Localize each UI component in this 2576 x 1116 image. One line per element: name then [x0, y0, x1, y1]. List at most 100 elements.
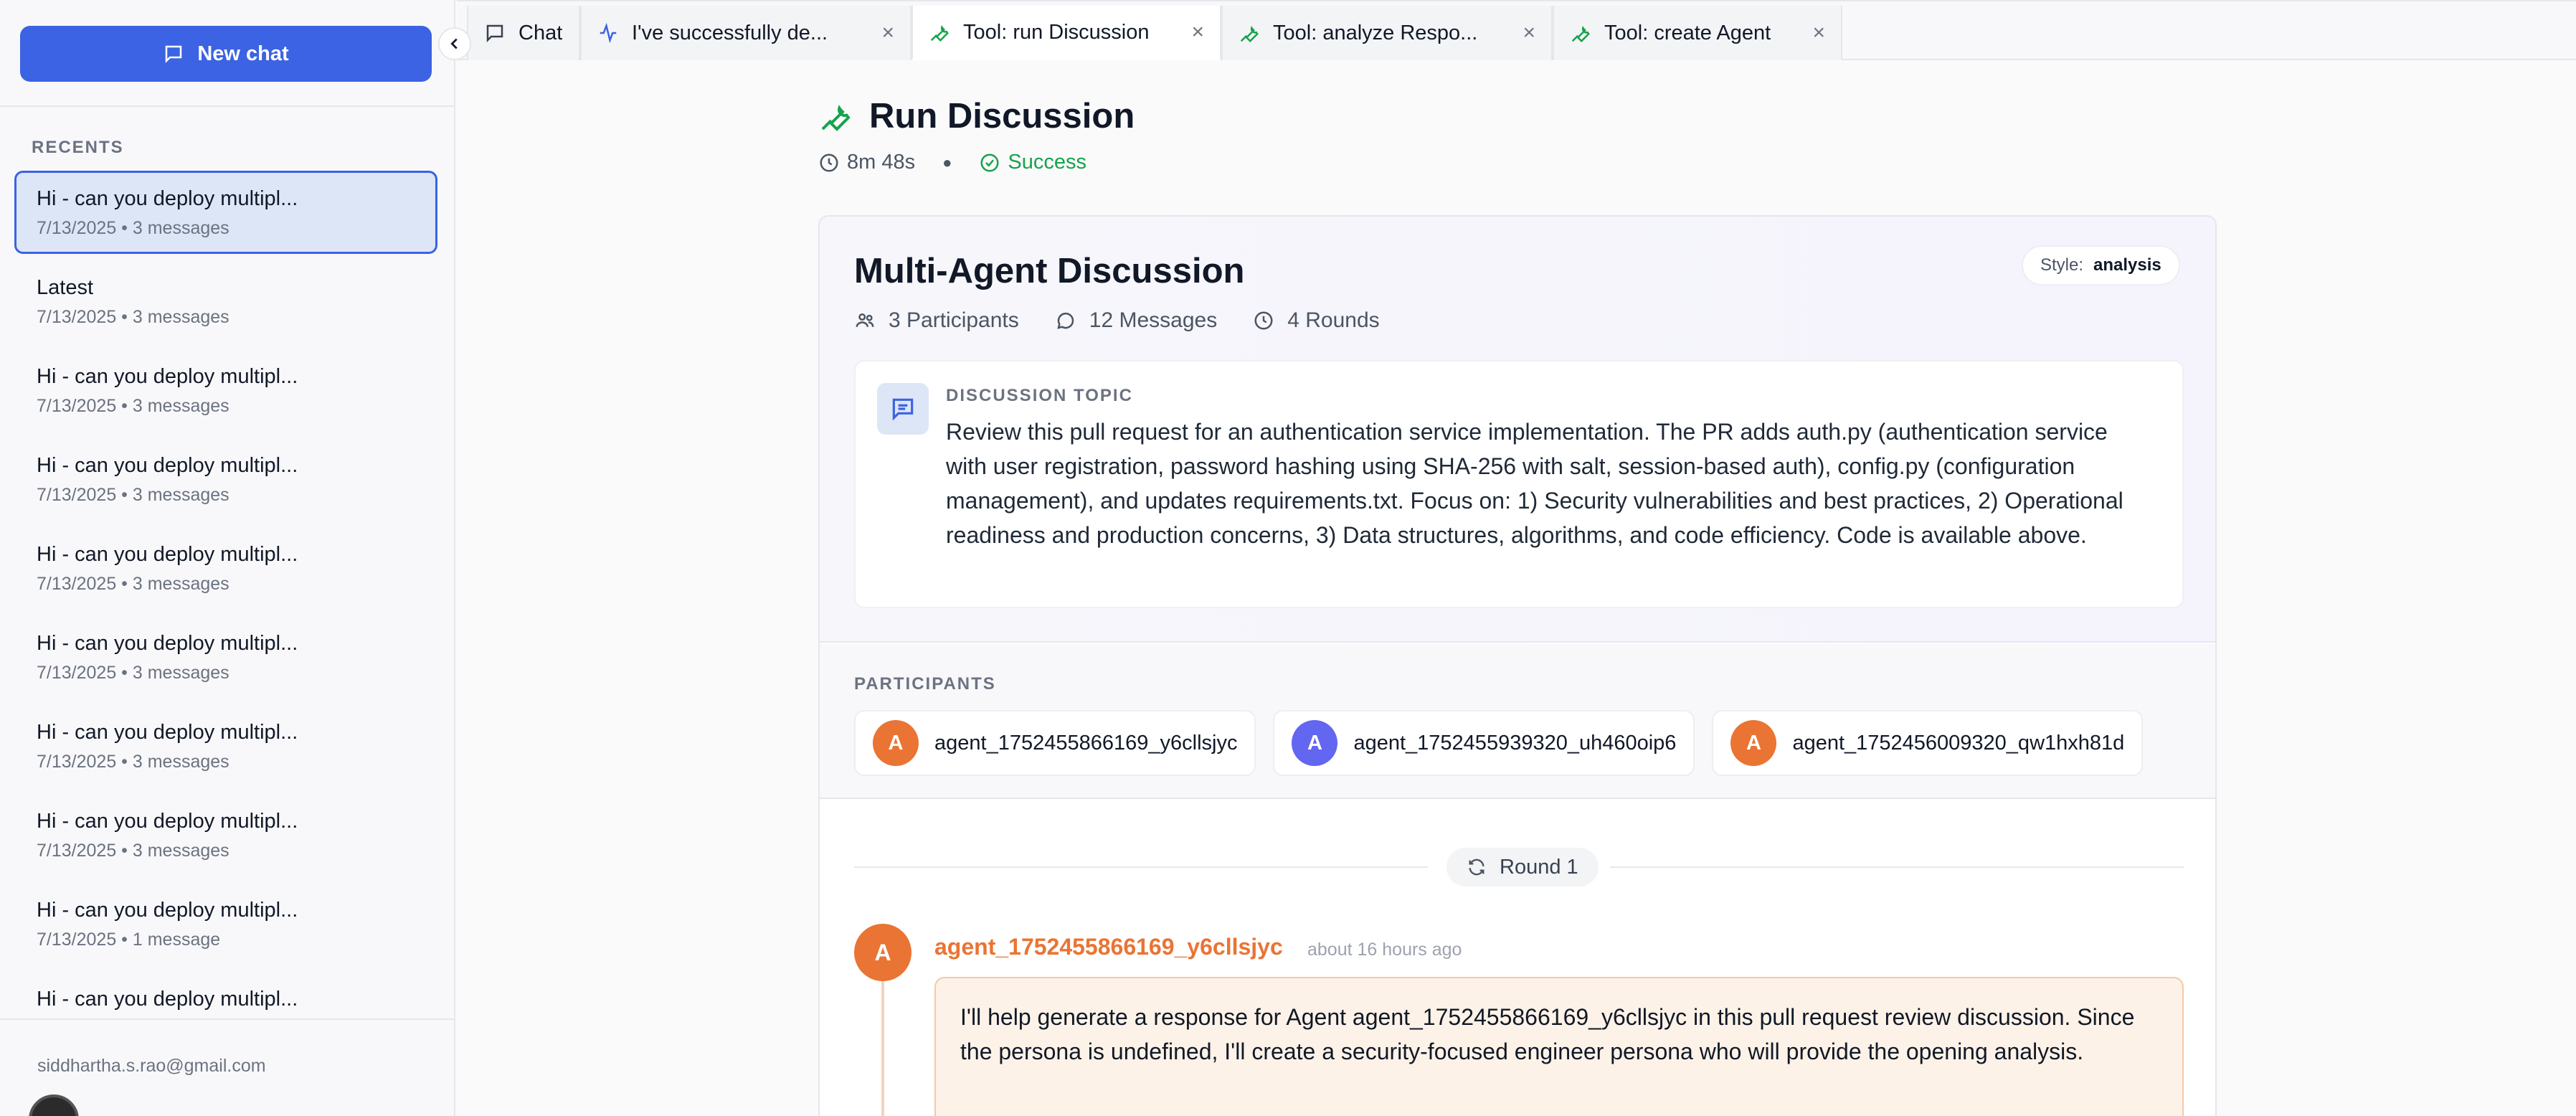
chat-bubble-icon: [166, 45, 182, 64]
close-icon[interactable]: ×: [1798, 21, 1825, 45]
close-icon[interactable]: ×: [1177, 20, 1204, 44]
chat-item-title: Hi - can you deploy multipl...: [37, 454, 298, 477]
chat-item-meta: 7/13/2025 • 3 messages: [37, 841, 229, 861]
rounds-count: 4 Rounds: [1287, 308, 1380, 332]
user-avatar[interactable]: [29, 1094, 79, 1116]
clock-icon: [820, 153, 838, 171]
chat-item-meta: 7/13/2025 • 3 messages: [37, 663, 229, 683]
status-text: Success: [1008, 151, 1087, 174]
discussion-stats: 3 Participants 12 Messages 4 Rounds: [854, 308, 1416, 333]
chat-item-meta: 7/13/2025 • 3 messages: [37, 485, 229, 505]
chevron-left-icon: [450, 38, 458, 49]
tab-label: Chat: [518, 21, 563, 44]
chat-list-item[interactable]: Hi - can you deploy multipl... 7/13/2025…: [14, 704, 437, 788]
new-chat-label: New chat: [197, 42, 289, 65]
chat-item-meta: 7/13/2025 • 3 messages: [37, 218, 229, 238]
chat-list-item[interactable]: Hi - can you deploy multipl... 7/13/2025…: [14, 349, 437, 432]
collapse-sidebar-button[interactable]: [438, 27, 471, 60]
close-icon[interactable]: ×: [867, 21, 894, 45]
tab-label: Tool: analyze Respo...: [1273, 21, 1478, 44]
chat-list-item[interactable]: Hi - can you deploy multipl... 7/13/2025…: [14, 882, 437, 965]
topic-heading: DISCUSSION TOPIC: [946, 386, 1133, 405]
chat-list: Hi - can you deploy multipl... 7/13/2025…: [14, 171, 437, 1018]
chat-list-item[interactable]: Hi - can you deploy multipl... 7/13/2025…: [14, 615, 437, 699]
tab-run-discussion[interactable]: Tool: run Discussion ×: [911, 6, 1221, 60]
sidebar: New chat RECENTS Hi - can you deploy mul…: [0, 0, 455, 1116]
participant-name: agent_1752456009320_qw1hxh81d: [1792, 731, 2125, 755]
chat-item-title: Hi - can you deploy multipl...: [37, 810, 298, 833]
messages-stat: 12 Messages: [1055, 308, 1217, 333]
chat-item-meta: 7/13/2025 • 1 message: [37, 930, 221, 950]
participants-list: A agent_1752455866169_y6cllsjyc A agent_…: [854, 710, 2144, 776]
message-bubble: I'll help generate a response for Agent …: [934, 977, 2184, 1116]
discussion-topic: DISCUSSION TOPIC Review this pull reques…: [854, 360, 2184, 608]
messages-count: 12 Messages: [1089, 308, 1218, 332]
message-avatar: A: [854, 924, 911, 981]
chat-item-title: Hi - can you deploy multipl...: [37, 187, 298, 210]
topic-text: Review this pull request for an authenti…: [946, 419, 2123, 548]
chat-list-item[interactable]: Hi - can you deploy multipl... 7/13/2025…: [14, 438, 437, 521]
sidebar-footer-divider: [0, 1018, 455, 1020]
run-meta: 8m 48s ● Success: [818, 151, 1086, 174]
participant-avatar: A: [1292, 720, 1338, 766]
chat-list-item[interactable]: Hi - can you deploy multipl...: [14, 971, 437, 1018]
chat-item-meta: 7/13/2025 • 3 messages: [37, 574, 229, 594]
round-line-right: [1610, 866, 2184, 868]
participant-name: agent_1752455939320_uh460oip6: [1353, 731, 1677, 755]
message-circle-icon: [1057, 312, 1074, 329]
recents-heading: RECENTS: [32, 138, 124, 157]
tab-label: Tool: create Agent: [1604, 21, 1771, 44]
wrench-icon: [821, 105, 851, 131]
participant-chip[interactable]: A agent_1752455866169_y6cllsjyc: [854, 710, 1256, 776]
tab-analyze-response[interactable]: Tool: analyze Respo... ×: [1221, 6, 1553, 60]
chat-list-item[interactable]: Hi - can you deploy multipl... 7/13/2025…: [14, 171, 437, 254]
chat-item-title: Hi - can you deploy multipl...: [37, 365, 298, 388]
round-label: Round 1: [1500, 855, 1578, 879]
tab-label: Tool: run Discussion: [963, 20, 1150, 44]
tab-label: I've successfully de...: [632, 21, 828, 44]
rounds-stat: 4 Rounds: [1253, 308, 1380, 333]
tab-create-agent[interactable]: Tool: create Agent ×: [1553, 6, 1842, 60]
new-chat-button[interactable]: New chat: [20, 26, 432, 82]
participant-chip[interactable]: A agent_1752455939320_uh460oip6: [1273, 710, 1695, 776]
chat-item-title: Hi - can you deploy multipl...: [37, 988, 298, 1011]
wrench-icon: [930, 25, 949, 42]
participants-stat: 3 Participants: [854, 308, 1019, 333]
participant-chip[interactable]: A agent_1752456009320_qw1hxh81d: [1712, 710, 2144, 776]
chat-list-item[interactable]: Latest 7/13/2025 • 3 messages: [14, 260, 437, 343]
tab-deploy-summary[interactable]: I've successfully de... ×: [580, 6, 911, 60]
wrench-icon: [1571, 26, 1590, 43]
check-circle-icon: [980, 153, 999, 171]
round-pill: Round 1: [1446, 848, 1599, 886]
tab-chat[interactable]: Chat: [467, 6, 580, 60]
status-badge: Success: [979, 151, 1086, 174]
chat-item-title: Hi - can you deploy multipl...: [37, 632, 298, 655]
participant-name: agent_1752455866169_y6cllsjyc: [934, 731, 1238, 755]
message-square-text-icon: [892, 398, 914, 421]
style-label: Style:: [2040, 255, 2084, 275]
message-timestamp: about 16 hours ago: [1307, 940, 1462, 960]
chat-item-meta: 7/13/2025 • 3 messages: [37, 396, 229, 416]
refresh-icon: [1469, 859, 1484, 876]
chat-item-title: Hi - can you deploy multipl...: [37, 899, 298, 922]
sidebar-divider: [0, 105, 455, 107]
chat-item-meta: 7/13/2025 • 3 messages: [37, 752, 229, 772]
user-email: siddhartha.s.rao@gmail.com: [37, 1056, 266, 1076]
activity-icon: [600, 22, 617, 44]
chat-item-title: Latest: [37, 276, 93, 299]
participants-heading: PARTICIPANTS: [854, 674, 996, 694]
participants-count: 3 Participants: [889, 308, 1019, 332]
discussion-card: Multi-Agent Discussion Style: analysis 3…: [818, 215, 2217, 1116]
chat-icon: [486, 24, 503, 43]
clock-icon: [1254, 311, 1273, 330]
round-line-left: [854, 866, 1428, 868]
close-icon[interactable]: ×: [1508, 21, 1535, 45]
users-icon: [856, 313, 874, 327]
main-content: Run Discussion 8m 48s ● Success Multi-Ag…: [457, 62, 2576, 1116]
chat-list-item[interactable]: Hi - can you deploy multipl... 7/13/2025…: [14, 526, 437, 610]
round-divider: Round 1: [854, 848, 2184, 886]
participant-avatar: A: [873, 720, 919, 766]
participant-avatar: A: [1730, 720, 1777, 766]
chat-list-item[interactable]: Hi - can you deploy multipl... 7/13/2025…: [14, 793, 437, 876]
participants-section: PARTICIPANTS A agent_1752455866169_y6cll…: [820, 644, 2215, 799]
